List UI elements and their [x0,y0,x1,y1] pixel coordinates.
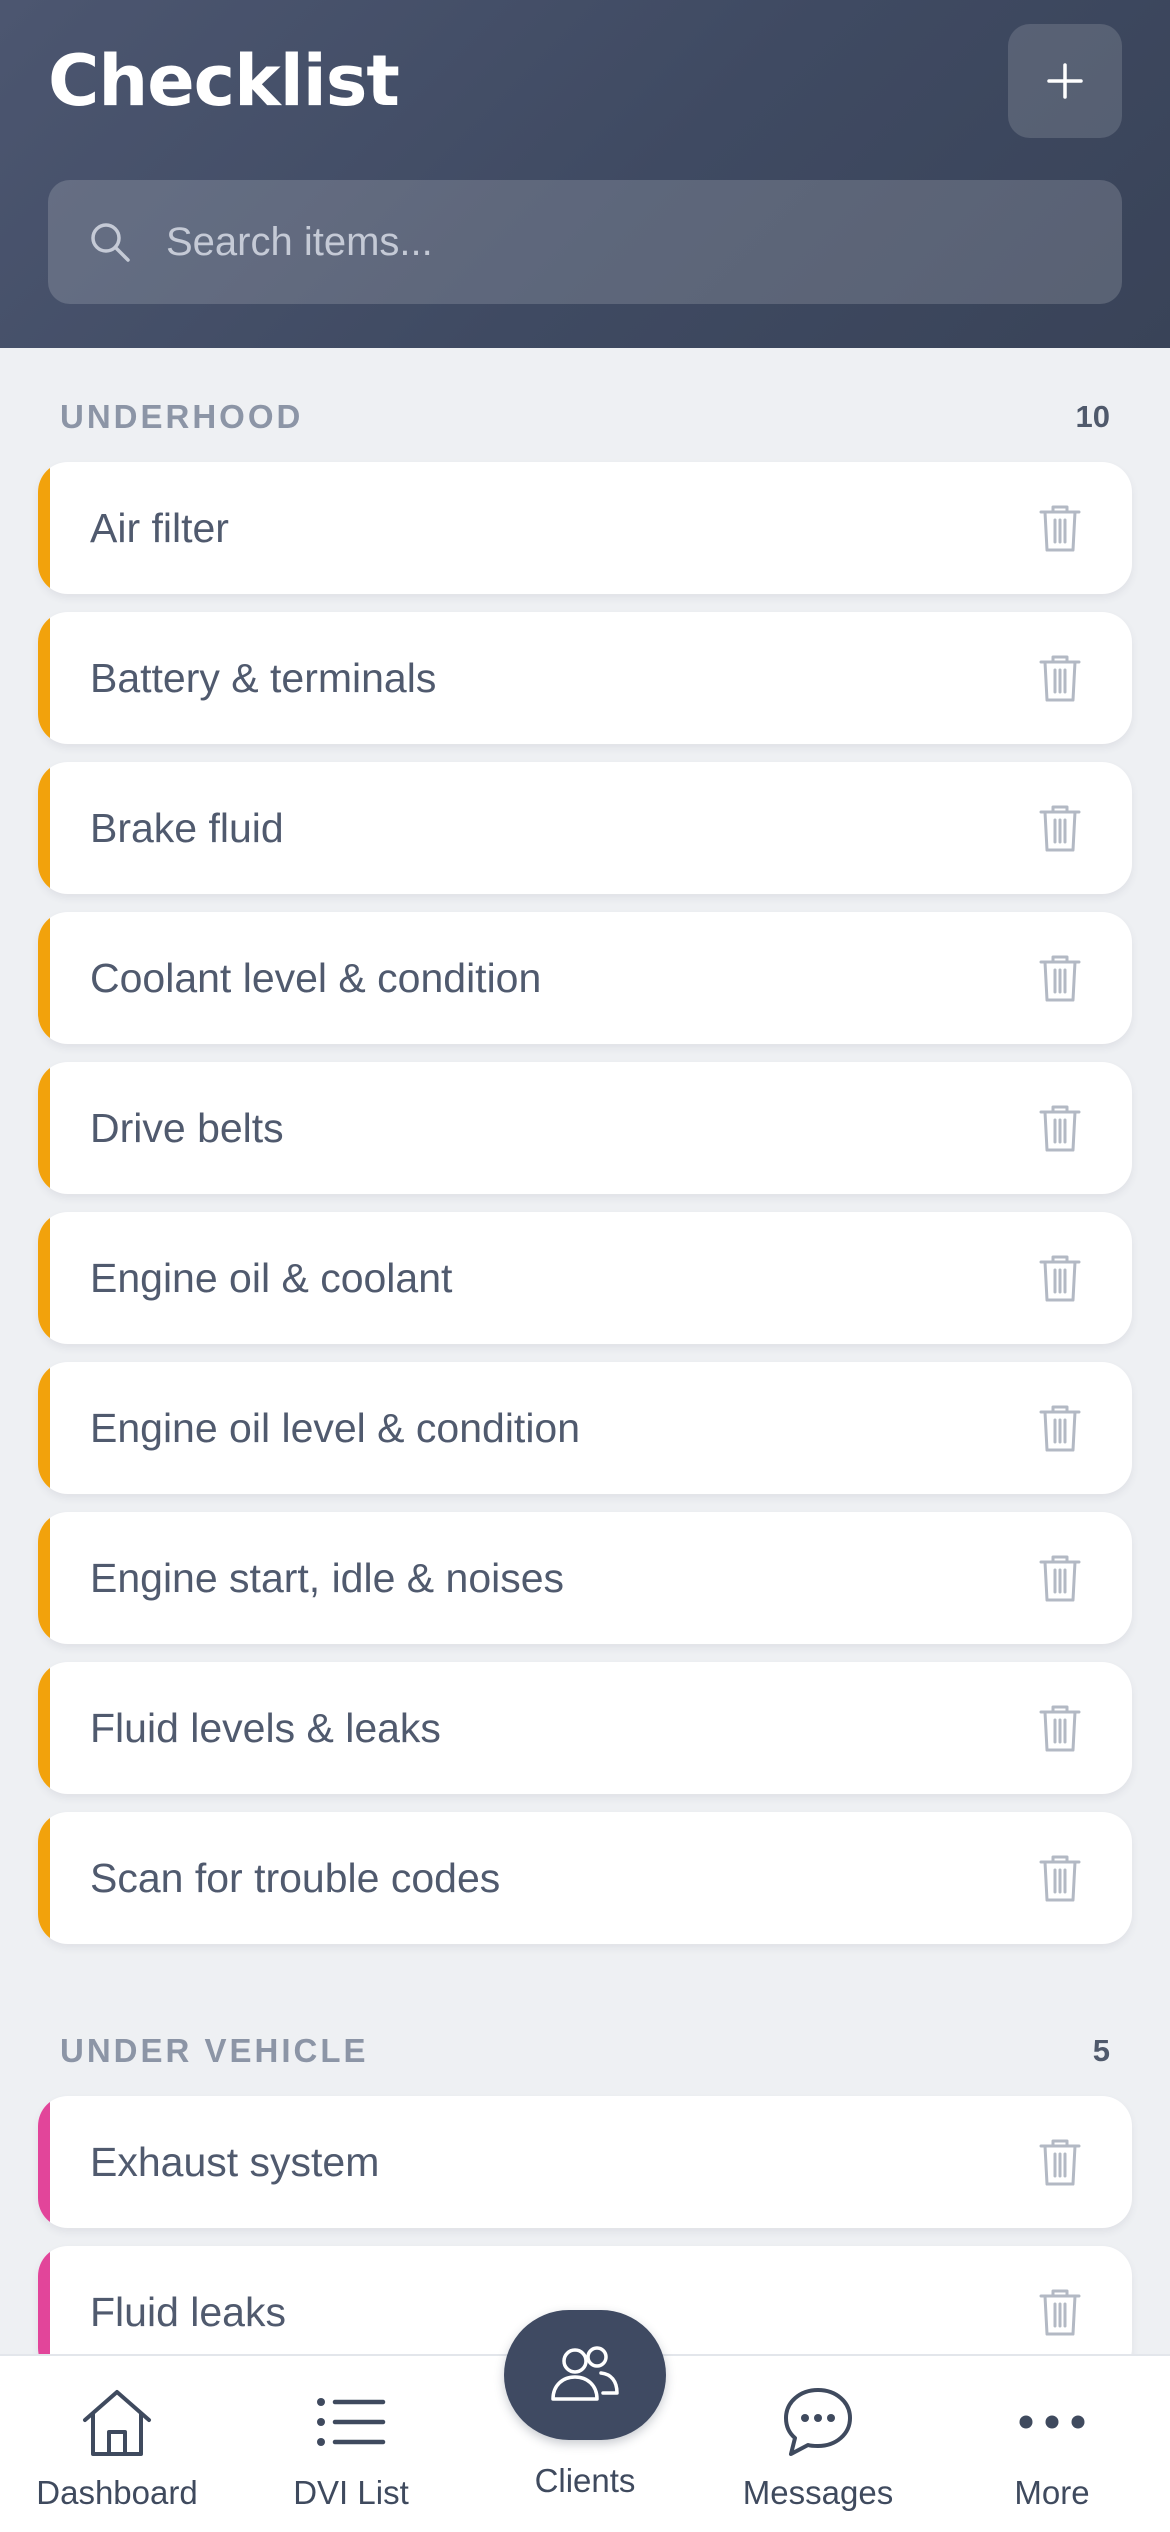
nav-label: DVI List [293,2474,409,2511]
trash-icon[interactable] [1038,503,1082,553]
trash-icon[interactable] [1038,2137,1082,2187]
nav-label: More [1014,2474,1090,2511]
trash-icon[interactable] [1038,803,1082,853]
nav-clients-button[interactable] [504,2310,666,2440]
category-color-bar [38,1062,50,1194]
checklist-item[interactable]: Engine oil & coolant [38,1212,1132,1344]
category-color-bar [38,2096,50,2228]
checklist-item[interactable]: Exhaust system [38,2096,1132,2228]
category-color-bar [38,912,50,1044]
checklist-item[interactable]: Scan for trouble codes [38,1812,1132,1944]
users-icon [551,2346,619,2401]
trash-icon[interactable] [1038,1703,1082,1753]
nav-clients-label[interactable]: Clients [485,2462,685,2500]
search-bar[interactable] [48,180,1122,304]
checklist-screen: Checklist UNDERHOOD 10 Air filter [0,0,1170,2532]
section-title: UNDERHOOD [60,398,304,435]
category-color-bar [38,762,50,894]
checklist-item[interactable]: Engine start, idle & noises [38,1512,1132,1644]
section-header-underhood: UNDERHOOD 10 [60,392,1110,442]
add-item-button[interactable] [1008,24,1122,138]
trash-icon[interactable] [1038,653,1082,703]
trash-icon[interactable] [1038,1553,1082,1603]
list-icon [317,2398,386,2446]
checklist-item[interactable]: Brake fluid [38,762,1132,894]
page-title: Checklist [48,40,400,122]
item-label: Engine oil level & condition [90,1405,581,1451]
nav-label: Dashboard [36,2474,198,2511]
search-icon [91,223,130,262]
item-label: Engine oil & coolant [90,1255,453,1301]
category-color-bar [38,1662,50,1794]
checklist-item[interactable]: Engine oil level & condition [38,1362,1132,1494]
nav-messages[interactable]: Messages [708,2356,928,2532]
trash-icon[interactable] [1038,1403,1082,1453]
category-color-bar [38,462,50,594]
search-input[interactable] [166,180,1086,304]
checklist-item[interactable]: Battery & terminals [38,612,1132,744]
category-color-bar [38,1512,50,1644]
nav-label: Messages [742,2474,894,2511]
trash-icon[interactable] [1038,953,1082,1003]
item-label: Battery & terminals [90,655,437,701]
trash-icon[interactable] [1038,1853,1082,1903]
nav-more[interactable]: More [942,2356,1162,2532]
section-count: 5 [1092,2033,1110,2068]
chat-bubble-icon [784,2388,852,2456]
item-label: Scan for trouble codes [90,1855,501,1901]
more-dots-icon [1019,2415,1085,2429]
nav-dvi-list[interactable]: DVI List [241,2356,461,2532]
plus-icon [1047,63,1083,99]
nav-dashboard[interactable]: Dashboard [7,2356,227,2532]
header: Checklist [0,0,1170,348]
trash-icon[interactable] [1038,2287,1082,2337]
trash-icon[interactable] [1038,1253,1082,1303]
checklist-item[interactable]: Fluid levels & leaks [38,1662,1132,1794]
checklist-item[interactable]: Air filter [38,462,1132,594]
home-icon [83,2390,151,2456]
checklist-item[interactable]: Drive belts [38,1062,1132,1194]
category-color-bar [38,1362,50,1494]
item-label: Exhaust system [90,2139,380,2185]
category-color-bar [38,1212,50,1344]
category-color-bar [38,612,50,744]
section-title: UNDER VEHICLE [60,2032,369,2069]
item-label: Coolant level & condition [90,955,542,1001]
section-header-under-vehicle: UNDER VEHICLE 5 [60,2026,1110,2076]
item-label: Brake fluid [90,805,284,851]
item-label: Fluid levels & leaks [90,1705,441,1751]
item-label: Engine start, idle & noises [90,1555,565,1601]
item-label: Air filter [90,505,229,551]
category-color-bar [38,1812,50,1944]
section-count: 10 [1075,399,1110,434]
trash-icon[interactable] [1038,1103,1082,1153]
checklist-item[interactable]: Coolant level & condition [38,912,1132,1044]
item-label: Drive belts [90,1105,284,1151]
